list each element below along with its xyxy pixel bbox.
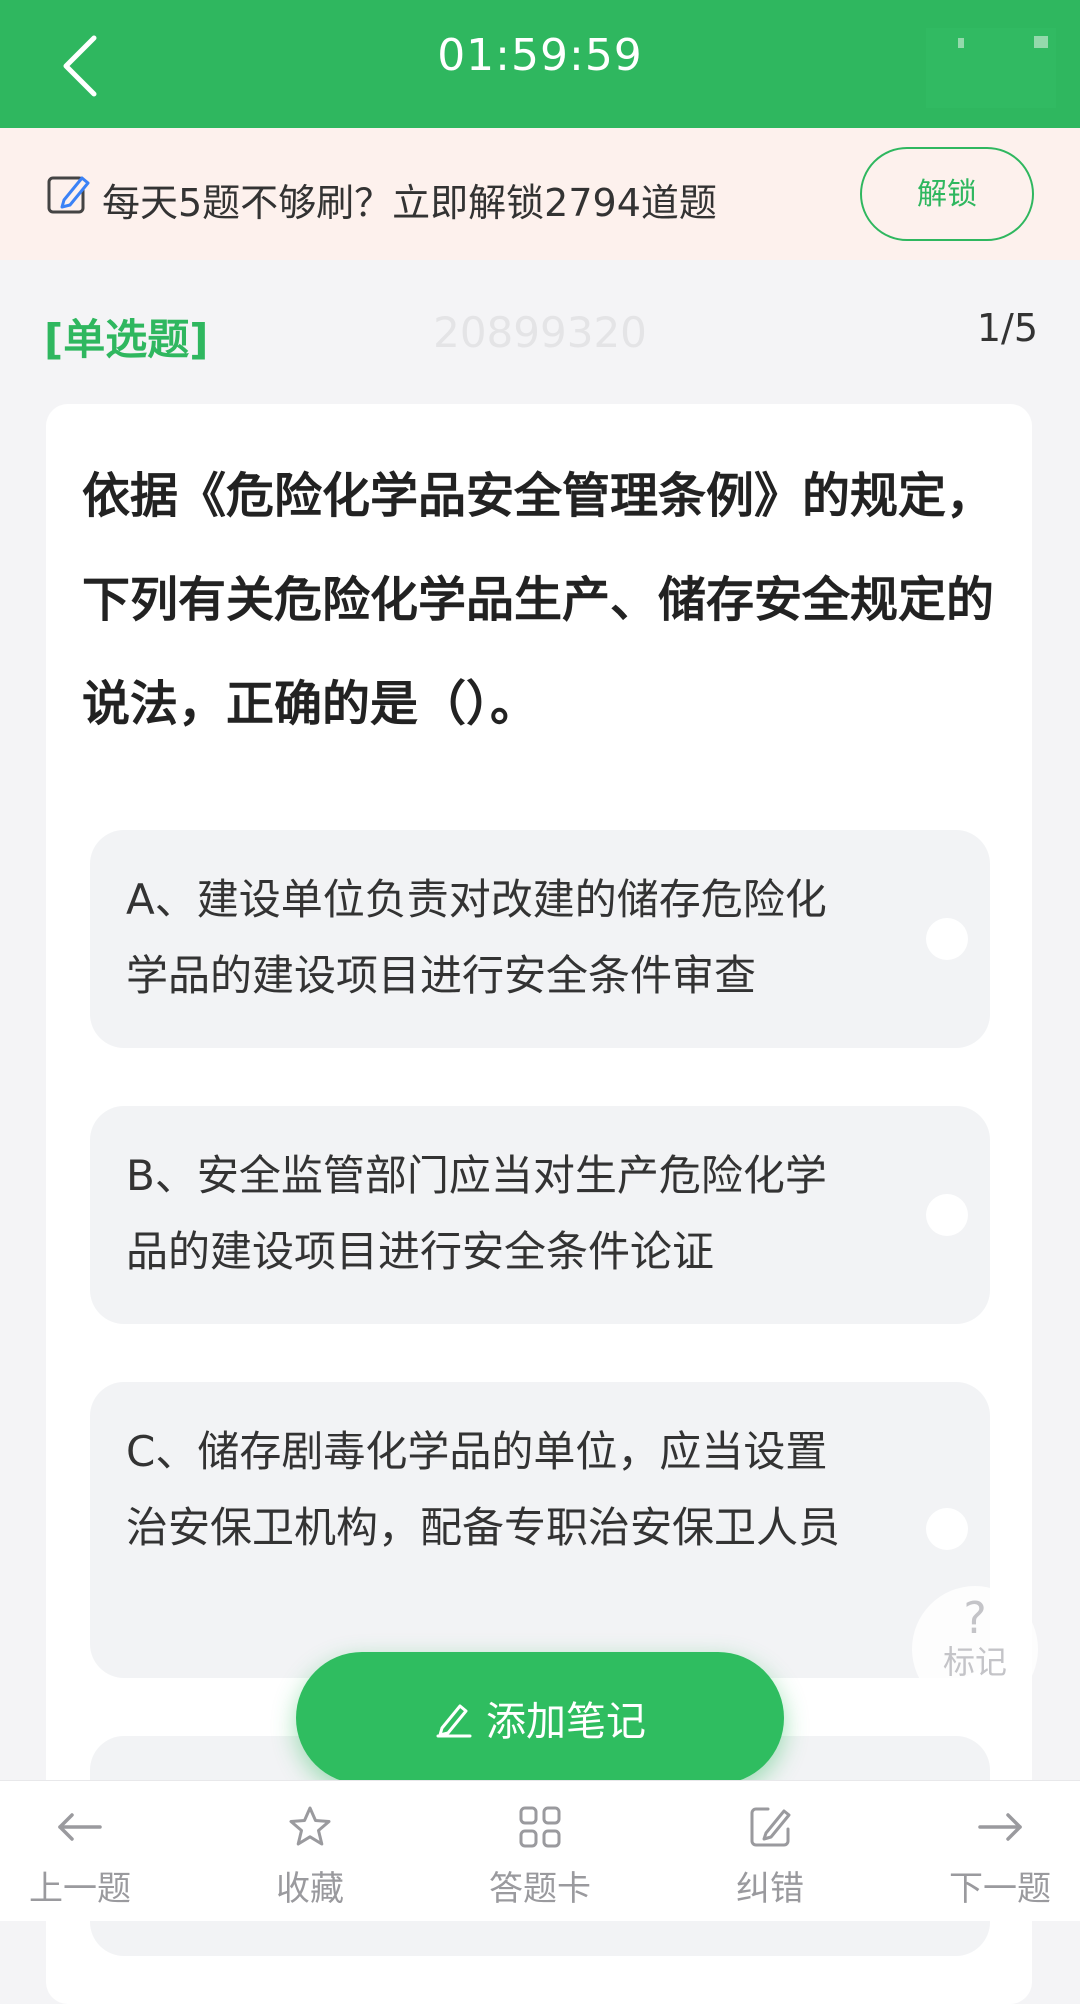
bottom-nav: 上一题 收藏 答题卡 纠错 下一题	[0, 1780, 1080, 1921]
favorite-button[interactable]: 收藏	[230, 1803, 390, 1910]
unlock-button[interactable]: 解锁	[860, 147, 1034, 241]
prev-question-button[interactable]: 上一题	[0, 1803, 160, 1910]
grid-icon	[519, 1806, 561, 1848]
edit-icon	[750, 1807, 791, 1847]
question-id-watermark: 20899320	[433, 308, 647, 357]
pencil-icon	[436, 1704, 472, 1738]
option-c-radio[interactable]	[926, 1508, 968, 1550]
mark-label: 标记	[942, 1643, 1007, 1681]
countdown-timer: 01:59:59	[437, 30, 643, 81]
answer-card-button[interactable]: 答题卡	[460, 1803, 620, 1910]
prev-question-label: 上一题	[29, 1869, 131, 1909]
option-c[interactable]: C、储存剧毒化学品的单位，应当设置治安保卫机构，配备专职治安保卫人员	[90, 1382, 990, 1678]
next-question-label: 下一题	[949, 1869, 1051, 1909]
star-icon	[289, 1806, 331, 1846]
top-bar: 01:59:59	[0, 0, 1080, 128]
next-question-button[interactable]: 下一题	[920, 1803, 1080, 1910]
answer-card-label: 答题卡	[489, 1869, 591, 1909]
arrow-left-icon	[58, 1813, 102, 1841]
question-text: 依据《危险化学品安全管理条例》的规定，下列有关危险化学品生产、储存安全规定的说法…	[82, 468, 995, 732]
favorite-label: 收藏	[276, 1869, 344, 1909]
question-progress: 1/5	[976, 306, 1038, 350]
status-decoration-icon	[926, 28, 1056, 108]
option-c-text: C、储存剧毒化学品的单位，应当设置治安保卫机构，配备专职治安保卫人员	[126, 1427, 841, 1552]
option-b[interactable]: B、安全监管部门应当对生产危险化学品的建设项目进行安全条件论证	[90, 1106, 990, 1324]
mark-button[interactable]: ? 标记	[912, 1586, 1038, 1712]
edit-note-icon	[47, 176, 90, 214]
option-b-text: B、安全监管部门应当对生产危险化学品的建设项目进行安全条件论证	[126, 1151, 827, 1276]
add-note-button[interactable]: 添加笔记	[296, 1652, 784, 1784]
promo-banner: 每天5题不够刷？立即解锁2794道题 解锁	[0, 128, 1080, 260]
report-error-button[interactable]: 纠错	[690, 1803, 850, 1910]
option-a[interactable]: A、建设单位负责对改建的储存危险化学品的建设项目进行安全条件审查	[90, 830, 990, 1048]
arrow-right-icon	[978, 1813, 1022, 1841]
option-a-text: A、建设单位负责对改建的储存危险化学品的建设项目进行安全条件审查	[126, 875, 827, 1000]
question-mark-icon: ?	[963, 1593, 987, 1644]
option-b-radio[interactable]	[926, 1194, 968, 1236]
report-error-label: 纠错	[736, 1869, 804, 1909]
add-note-label: 添加笔记	[486, 1699, 646, 1745]
promo-text: 每天5题不够刷？立即解锁2794道题	[102, 181, 717, 225]
option-a-radio[interactable]	[926, 918, 968, 960]
